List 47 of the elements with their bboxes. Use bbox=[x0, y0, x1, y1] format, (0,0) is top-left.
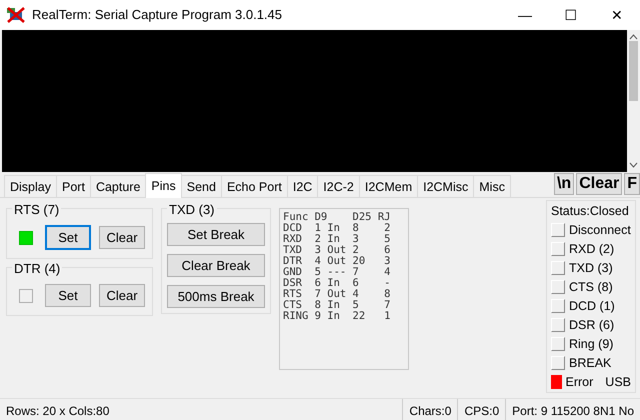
pinout-line: RTS 7 Out 4 8 bbox=[283, 289, 392, 300]
toolbar-button[interactable]: \n bbox=[554, 173, 574, 195]
pinout-line: RING 9 In 22 1 bbox=[283, 311, 392, 322]
indicator-label: BREAK bbox=[569, 355, 612, 371]
indicator-label: Disconnect bbox=[569, 222, 631, 238]
indicator-label: Error bbox=[566, 374, 594, 390]
close-button[interactable]: ✕ bbox=[594, 4, 640, 26]
maximize-button[interactable]: ☐ bbox=[548, 4, 594, 26]
status-text: Rows: 20 x Cols:80 bbox=[5, 403, 110, 420]
break-button[interactable]: Clear Break bbox=[167, 254, 265, 277]
status-text: Port: 9 115200 8N1 No bbox=[505, 399, 640, 420]
pinout-line: CTS 8 In 5 7 bbox=[283, 300, 392, 311]
action-button[interactable]: Clear bbox=[99, 284, 145, 307]
pinout-line: DTR 4 Out 20 3 bbox=[283, 256, 392, 267]
window-title: RealTerm: Serial Capture Program 3.0.1.45 bbox=[32, 6, 284, 24]
scroll-down-icon[interactable] bbox=[629, 162, 638, 168]
indicator-label: DSR (6) bbox=[569, 317, 614, 333]
indicator-label: USB bbox=[605, 374, 631, 390]
pinout-line: DCD 1 In 8 2 bbox=[283, 223, 392, 234]
app-icon bbox=[6, 6, 26, 24]
indicator-label: CTS (8) bbox=[569, 279, 613, 295]
action-button[interactable]: Set bbox=[45, 225, 91, 250]
indicator-label: Ring (9) bbox=[569, 336, 614, 352]
indicator-label: RXD (2) bbox=[569, 241, 614, 257]
pinout-line: TXD 3 Out 2 6 bbox=[283, 245, 392, 256]
indicator-label: TXD (3) bbox=[569, 260, 613, 276]
status-title: Status:Closed bbox=[551, 203, 630, 219]
scrollbar[interactable] bbox=[627, 30, 640, 172]
action-button[interactable]: Clear bbox=[99, 226, 145, 249]
pinout-line: RXD 2 In 3 5 bbox=[283, 234, 392, 245]
scroll-up-icon[interactable] bbox=[629, 34, 638, 40]
minimize-button[interactable]: — bbox=[502, 4, 548, 26]
action-button[interactable]: Set bbox=[45, 284, 91, 307]
tab[interactable]: Misc bbox=[473, 175, 511, 197]
status-text: CPS:0 bbox=[457, 399, 506, 420]
toolbar-button[interactable]: F bbox=[624, 173, 640, 195]
pinout-line: DSR 6 In 6 - bbox=[283, 278, 392, 289]
tab[interactable]: Pins bbox=[145, 173, 182, 198]
toolbar-button[interactable]: Clear bbox=[576, 173, 622, 195]
pinout-line: Func D9 D25 RJ bbox=[283, 212, 392, 223]
tab[interactable]: Capture bbox=[90, 175, 146, 197]
status-text: Chars:0 bbox=[402, 399, 458, 420]
tab[interactable]: Display bbox=[4, 175, 57, 197]
indicator-label: DCD (1) bbox=[569, 298, 615, 314]
break-button[interactable]: Set Break bbox=[167, 223, 265, 246]
break-button[interactable]: 500ms Break bbox=[167, 285, 265, 308]
pinout-line: GND 5 --- 7 4 bbox=[283, 267, 392, 278]
